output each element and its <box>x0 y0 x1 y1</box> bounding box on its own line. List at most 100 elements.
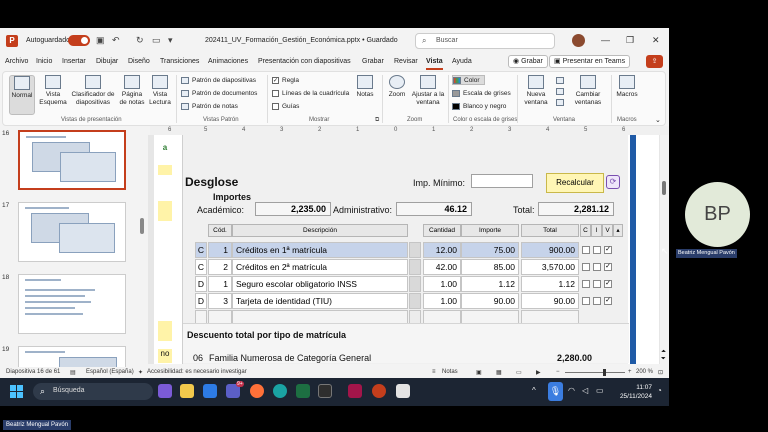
reading-view-status-icon[interactable]: ▭ <box>516 369 522 376</box>
new-window-button[interactable]: Nueva ventana <box>521 75 551 107</box>
row-descripcion[interactable]: Tarjeta de identidad (TIU) <box>232 293 408 309</box>
document-title[interactable]: 202411_UV_Formación_Gestión_Económica.pp… <box>205 37 398 44</box>
tab-grabar[interactable]: Grabar <box>362 58 384 65</box>
redo-icon[interactable]: ↻ <box>136 35 144 46</box>
excel-icon[interactable] <box>296 384 310 398</box>
tab-archivo[interactable]: Archivo <box>5 58 28 65</box>
row-descripcion[interactable]: Créditos en 2ª matrícula <box>232 259 408 275</box>
row-c-checkbox[interactable] <box>582 280 590 288</box>
zoom-level[interactable]: 200 % <box>636 369 653 375</box>
recalcular-button[interactable]: Recalcular <box>546 173 604 193</box>
save-icon[interactable]: ▣ <box>96 35 105 46</box>
grid-scroll-up-icon[interactable]: ▴ <box>613 224 623 237</box>
row-total[interactable]: 1.12 <box>521 276 579 292</box>
wifi-icon[interactable]: ◠ <box>568 386 575 395</box>
zoom-button[interactable]: Zoom <box>385 75 409 99</box>
row-dropdown-icon[interactable] <box>409 242 421 258</box>
row-descripcion[interactable]: Créditos en 1ª matrícula <box>232 242 408 258</box>
fit-to-window-button[interactable]: Ajustar a la ventana <box>411 75 445 107</box>
row-total[interactable]: 3,570.00 <box>521 259 579 275</box>
outline-view-button[interactable]: Vista Esquema <box>39 75 67 107</box>
guides-checkbox[interactable]: Guías <box>272 102 299 112</box>
row-i-checkbox[interactable] <box>593 246 601 254</box>
row-v-checkbox[interactable]: ✓ <box>604 280 612 288</box>
row-type[interactable]: C <box>195 259 207 275</box>
row-total[interactable]: 900.00 <box>521 242 579 258</box>
slide-sorter-status-icon[interactable]: ▦ <box>496 369 502 376</box>
tab-vista[interactable]: Vista <box>426 58 443 65</box>
reading-view-button[interactable]: Vista Lectura <box>147 75 173 107</box>
dialog-launcher-icon[interactable]: ⧉ <box>375 117 379 124</box>
row-dropdown-icon[interactable] <box>409 259 421 275</box>
tab-presentacion[interactable]: Presentación con diapositivas <box>258 58 351 65</box>
refresh-icon[interactable]: ⟳ <box>606 175 620 189</box>
handout-master-button[interactable]: Patrón de documentos <box>181 89 257 99</box>
row-type[interactable]: D <box>195 276 207 292</box>
row-cantidad[interactable]: 42.00 <box>423 259 461 275</box>
column-header-total[interactable]: Total <box>521 224 579 237</box>
close-button[interactable]: ✕ <box>652 35 660 46</box>
column-header-cantidad[interactable]: Cantidad <box>423 224 461 237</box>
row-i-checkbox[interactable] <box>593 297 601 305</box>
column-header-descripcion[interactable]: Descripción <box>232 224 408 237</box>
firefox-icon[interactable] <box>250 384 264 398</box>
column-header-v[interactable]: V <box>602 224 613 237</box>
zoom-in-icon[interactable]: + <box>628 369 632 375</box>
notes-page-button[interactable]: Página de notas <box>119 75 145 107</box>
row-cantidad[interactable]: 12.00 <box>423 242 461 258</box>
spellcheck-icon[interactable]: ▤ <box>70 369 76 376</box>
customize-icon[interactable]: ▾ <box>168 35 173 46</box>
notes-toggle[interactable]: Notas <box>442 369 458 375</box>
next-slide-icon[interactable]: ⏷ <box>661 356 666 363</box>
row-descripcion[interactable]: Seguro escolar obligatorio INSS <box>232 276 408 292</box>
normal-view-status-icon[interactable]: ▣ <box>476 369 482 376</box>
tab-ayuda[interactable]: Ayuda <box>452 58 472 65</box>
row-cod[interactable]: 3 <box>208 293 232 309</box>
row-importe[interactable]: 1.12 <box>461 276 519 292</box>
move-split-icon[interactable] <box>556 99 564 106</box>
slideshow-icon[interactable]: ▭ <box>152 35 161 46</box>
zoom-slider-thumb[interactable] <box>603 369 606 376</box>
maximize-button[interactable]: ❐ <box>626 35 634 46</box>
zoom-out-icon[interactable]: − <box>556 369 560 375</box>
previous-slide-icon[interactable]: ⏶ <box>661 349 666 356</box>
clock[interactable]: 11:07 25/11/2024 <box>612 383 652 401</box>
search-box[interactable]: ⌕ Buscar <box>415 33 555 49</box>
slide-thumbnail-16[interactable] <box>18 130 126 190</box>
tab-insertar[interactable]: Insertar <box>62 58 86 65</box>
column-header-i[interactable]: I <box>591 224 602 237</box>
edge-icon[interactable] <box>273 384 287 398</box>
app-icon[interactable] <box>318 384 332 398</box>
app-icon[interactable] <box>396 384 410 398</box>
language-status[interactable]: Español (España) <box>86 369 134 375</box>
cascade-icon[interactable] <box>556 88 564 95</box>
switch-windows-button[interactable]: Cambiar ventanas <box>569 75 607 107</box>
color-button[interactable]: Color <box>452 75 485 85</box>
file-explorer-icon[interactable] <box>180 384 194 398</box>
autosave-toggle[interactable] <box>68 35 90 46</box>
zoom-slider[interactable] <box>565 369 625 376</box>
row-i-checkbox[interactable] <box>593 280 601 288</box>
row-cod[interactable]: 1 <box>208 242 232 258</box>
imp-minimo-field[interactable] <box>471 174 533 188</box>
notification-bell-icon[interactable]: ◔ <box>657 386 662 395</box>
share-button[interactable]: ⇪ <box>646 55 663 68</box>
chevron-up-icon[interactable]: ^ <box>532 386 536 395</box>
microphone-icon[interactable]: 🎙 <box>548 382 563 401</box>
battery-icon[interactable]: ▭ <box>596 386 604 395</box>
collapse-ribbon-icon[interactable]: ⌄ <box>655 116 661 124</box>
row-dropdown-icon[interactable] <box>409 293 421 309</box>
column-header-importe[interactable]: Importe <box>461 224 519 237</box>
row-cod[interactable]: 1 <box>208 276 232 292</box>
slide-thumbnail-17[interactable] <box>18 202 126 262</box>
normal-view-button[interactable]: Normal <box>9 75 35 115</box>
tab-diseno[interactable]: Diseño <box>128 58 150 65</box>
row-dropdown-icon[interactable] <box>409 276 421 292</box>
scrollbar-thumb[interactable] <box>140 218 144 234</box>
thumbnail-scrollbar[interactable] <box>140 132 145 364</box>
arrange-all-icon[interactable] <box>556 77 564 84</box>
macros-button[interactable]: Macros <box>614 75 640 99</box>
row-c-checkbox[interactable] <box>582 297 590 305</box>
row-c-checkbox[interactable] <box>582 263 590 271</box>
row-importe[interactable]: 85.00 <box>461 259 519 275</box>
